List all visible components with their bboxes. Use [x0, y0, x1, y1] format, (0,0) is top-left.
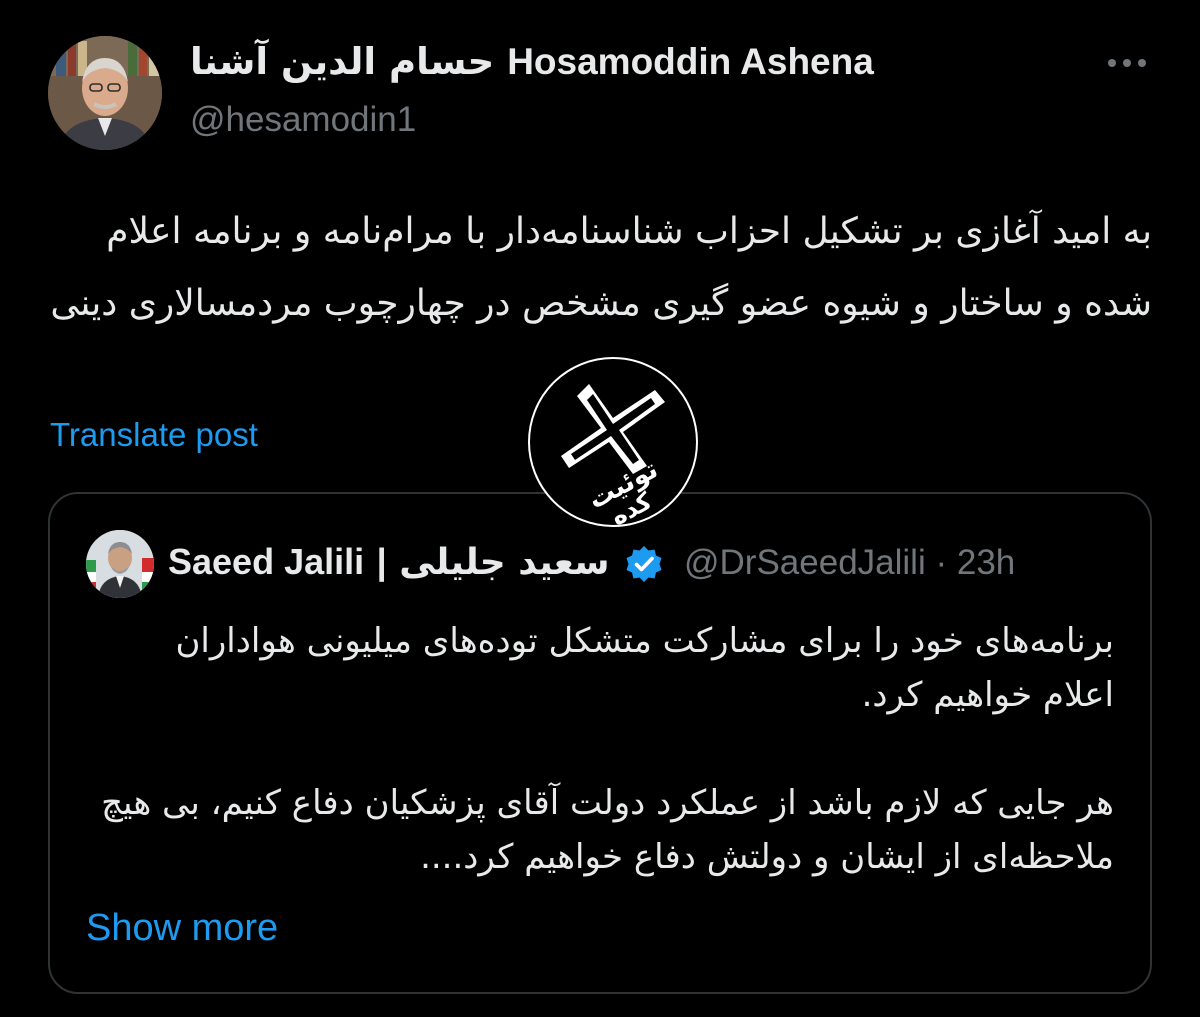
author-name-persian: حسام الدین آشنا: [190, 40, 495, 83]
quoted-author-handle[interactable]: @DrSaeedJalili: [684, 543, 926, 582]
post-text: به امید آغازی بر تشکیل احزاب شناسنامه‌دا…: [50, 211, 1152, 324]
author-avatar[interactable]: [48, 36, 162, 150]
quoted-author-photo: [86, 530, 154, 598]
author-display-name[interactable]: حسام الدین آشنا Hosamoddin Ashena: [190, 38, 874, 86]
watermark-logo: توئیت کده: [527, 356, 699, 531]
verified-badge-icon: [626, 546, 662, 582]
quoted-post-text: برنامه‌های خود را برای مشارکت متشکل توده…: [94, 614, 1114, 884]
translate-post-link[interactable]: Translate post: [50, 414, 258, 456]
quoted-author-avatar[interactable]: [86, 530, 154, 598]
author-handle[interactable]: @hesamodin1: [190, 98, 416, 142]
author-photo: [48, 36, 162, 150]
author-name-latin: Hosamoddin Ashena: [507, 41, 874, 82]
quoted-post-card[interactable]: Saeed Jalili | سعید جلیلی @DrSaeedJalili…: [48, 492, 1152, 994]
quoted-post-meta: @DrSaeedJalili · 23h: [684, 540, 1015, 586]
quoted-author-name-separator: |: [376, 541, 387, 582]
quoted-post-paragraph-2: هر جایی که لازم باشد از عملکرد دولت آقای…: [101, 783, 1114, 877]
quoted-author-name-latin: Saeed Jalili: [168, 541, 365, 582]
watermark-emblem: توئیت کده: [528, 357, 698, 531]
show-more-link[interactable]: Show more: [86, 904, 278, 952]
verified-badge: [624, 544, 664, 584]
more-horizontal-icon: [1108, 59, 1146, 67]
quoted-post-timestamp[interactable]: 23h: [957, 543, 1015, 582]
quoted-post-paragraph-1: برنامه‌های خود را برای مشارکت متشکل توده…: [175, 621, 1114, 715]
quoted-author-display-name[interactable]: Saeed Jalili | سعید جلیلی: [168, 538, 610, 587]
more-options-button[interactable]: [1104, 48, 1150, 78]
meta-dot-separator: ·: [935, 543, 948, 582]
quoted-author-name-persian: سعید جلیلی: [399, 542, 610, 583]
